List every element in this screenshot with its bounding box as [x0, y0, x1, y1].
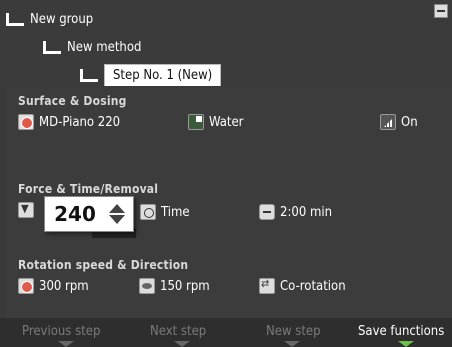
- direction-value: Co-rotation: [280, 278, 346, 294]
- clock-icon: [259, 204, 275, 220]
- collapse-icon[interactable]: [434, 4, 448, 18]
- duration-selector[interactable]: 2:00 min: [259, 204, 332, 220]
- mode-selector[interactable]: Time: [140, 204, 190, 220]
- disc-speed-icon: [18, 278, 34, 294]
- softkey-marker: [284, 341, 300, 347]
- disc-value: MD-Piano 220: [39, 114, 121, 130]
- dosing-value: On: [401, 114, 418, 130]
- new-step-button[interactable]: New step: [266, 324, 321, 339]
- save-functions-button[interactable]: Save functions: [358, 324, 444, 339]
- head-speed-selector[interactable]: 150 rpm: [139, 278, 210, 294]
- disc-speed-selector[interactable]: 300 rpm: [18, 278, 89, 294]
- next-step-button[interactable]: Next step: [150, 324, 206, 339]
- disc-selector[interactable]: MD-Piano 220: [18, 114, 120, 130]
- tree-elbow-icon: [80, 68, 98, 82]
- tree-item-step[interactable]: Step No. 1 (New): [80, 64, 222, 86]
- lubricant-selector[interactable]: Water: [188, 114, 244, 130]
- group-label: New group: [30, 11, 94, 27]
- method-tree: New group New method Step No. 1 (New): [0, 0, 452, 88]
- disc-speed-value: 300 rpm: [39, 278, 89, 294]
- head-speed-value: 150 rpm: [160, 278, 210, 294]
- section-title-rotation: Rotation speed & Direction: [18, 258, 189, 272]
- force-icon: [18, 202, 34, 218]
- softkey-marker: [174, 341, 190, 347]
- method-label: New method: [67, 39, 142, 55]
- tree-elbow-icon: [43, 40, 61, 54]
- specimen-holder-icon: [139, 278, 155, 294]
- function-key-bar: Previous step Next step New step Save fu…: [0, 318, 452, 347]
- force-spinner[interactable]: 240: [44, 196, 134, 232]
- spinner-arrows[interactable]: [105, 200, 129, 228]
- duration-value: 2:00 min: [280, 204, 333, 220]
- softkey-marker: [58, 341, 74, 347]
- time-mode-icon: [140, 204, 156, 220]
- tree-item-group[interactable]: New group: [6, 8, 93, 30]
- tree-elbow-icon: [6, 12, 24, 26]
- dosing-level-icon: [380, 114, 396, 130]
- lubricant-value: Water: [209, 114, 244, 130]
- mode-value: Time: [161, 204, 190, 220]
- rotation-direction-icon: [259, 277, 275, 294]
- direction-selector[interactable]: Co-rotation: [259, 277, 346, 294]
- force-value[interactable]: 240: [45, 202, 105, 226]
- section-title-surface-dosing: Surface & Dosing: [18, 94, 127, 108]
- previous-step-button[interactable]: Previous step: [22, 324, 100, 339]
- increment-arrow-icon[interactable]: [109, 204, 125, 213]
- dosing-selector[interactable]: On: [380, 114, 418, 130]
- section-title-force-time: Force & Time/Removal: [18, 182, 159, 196]
- tab-step[interactable]: Step No. 1 (New): [104, 64, 222, 86]
- force-selector[interactable]: [18, 202, 39, 218]
- decrement-arrow-icon[interactable]: [109, 215, 125, 224]
- polishing-disc-icon: [18, 114, 34, 130]
- softkey-marker-active: [398, 341, 414, 347]
- tree-item-method[interactable]: New method: [43, 36, 141, 58]
- water-icon: [188, 114, 204, 130]
